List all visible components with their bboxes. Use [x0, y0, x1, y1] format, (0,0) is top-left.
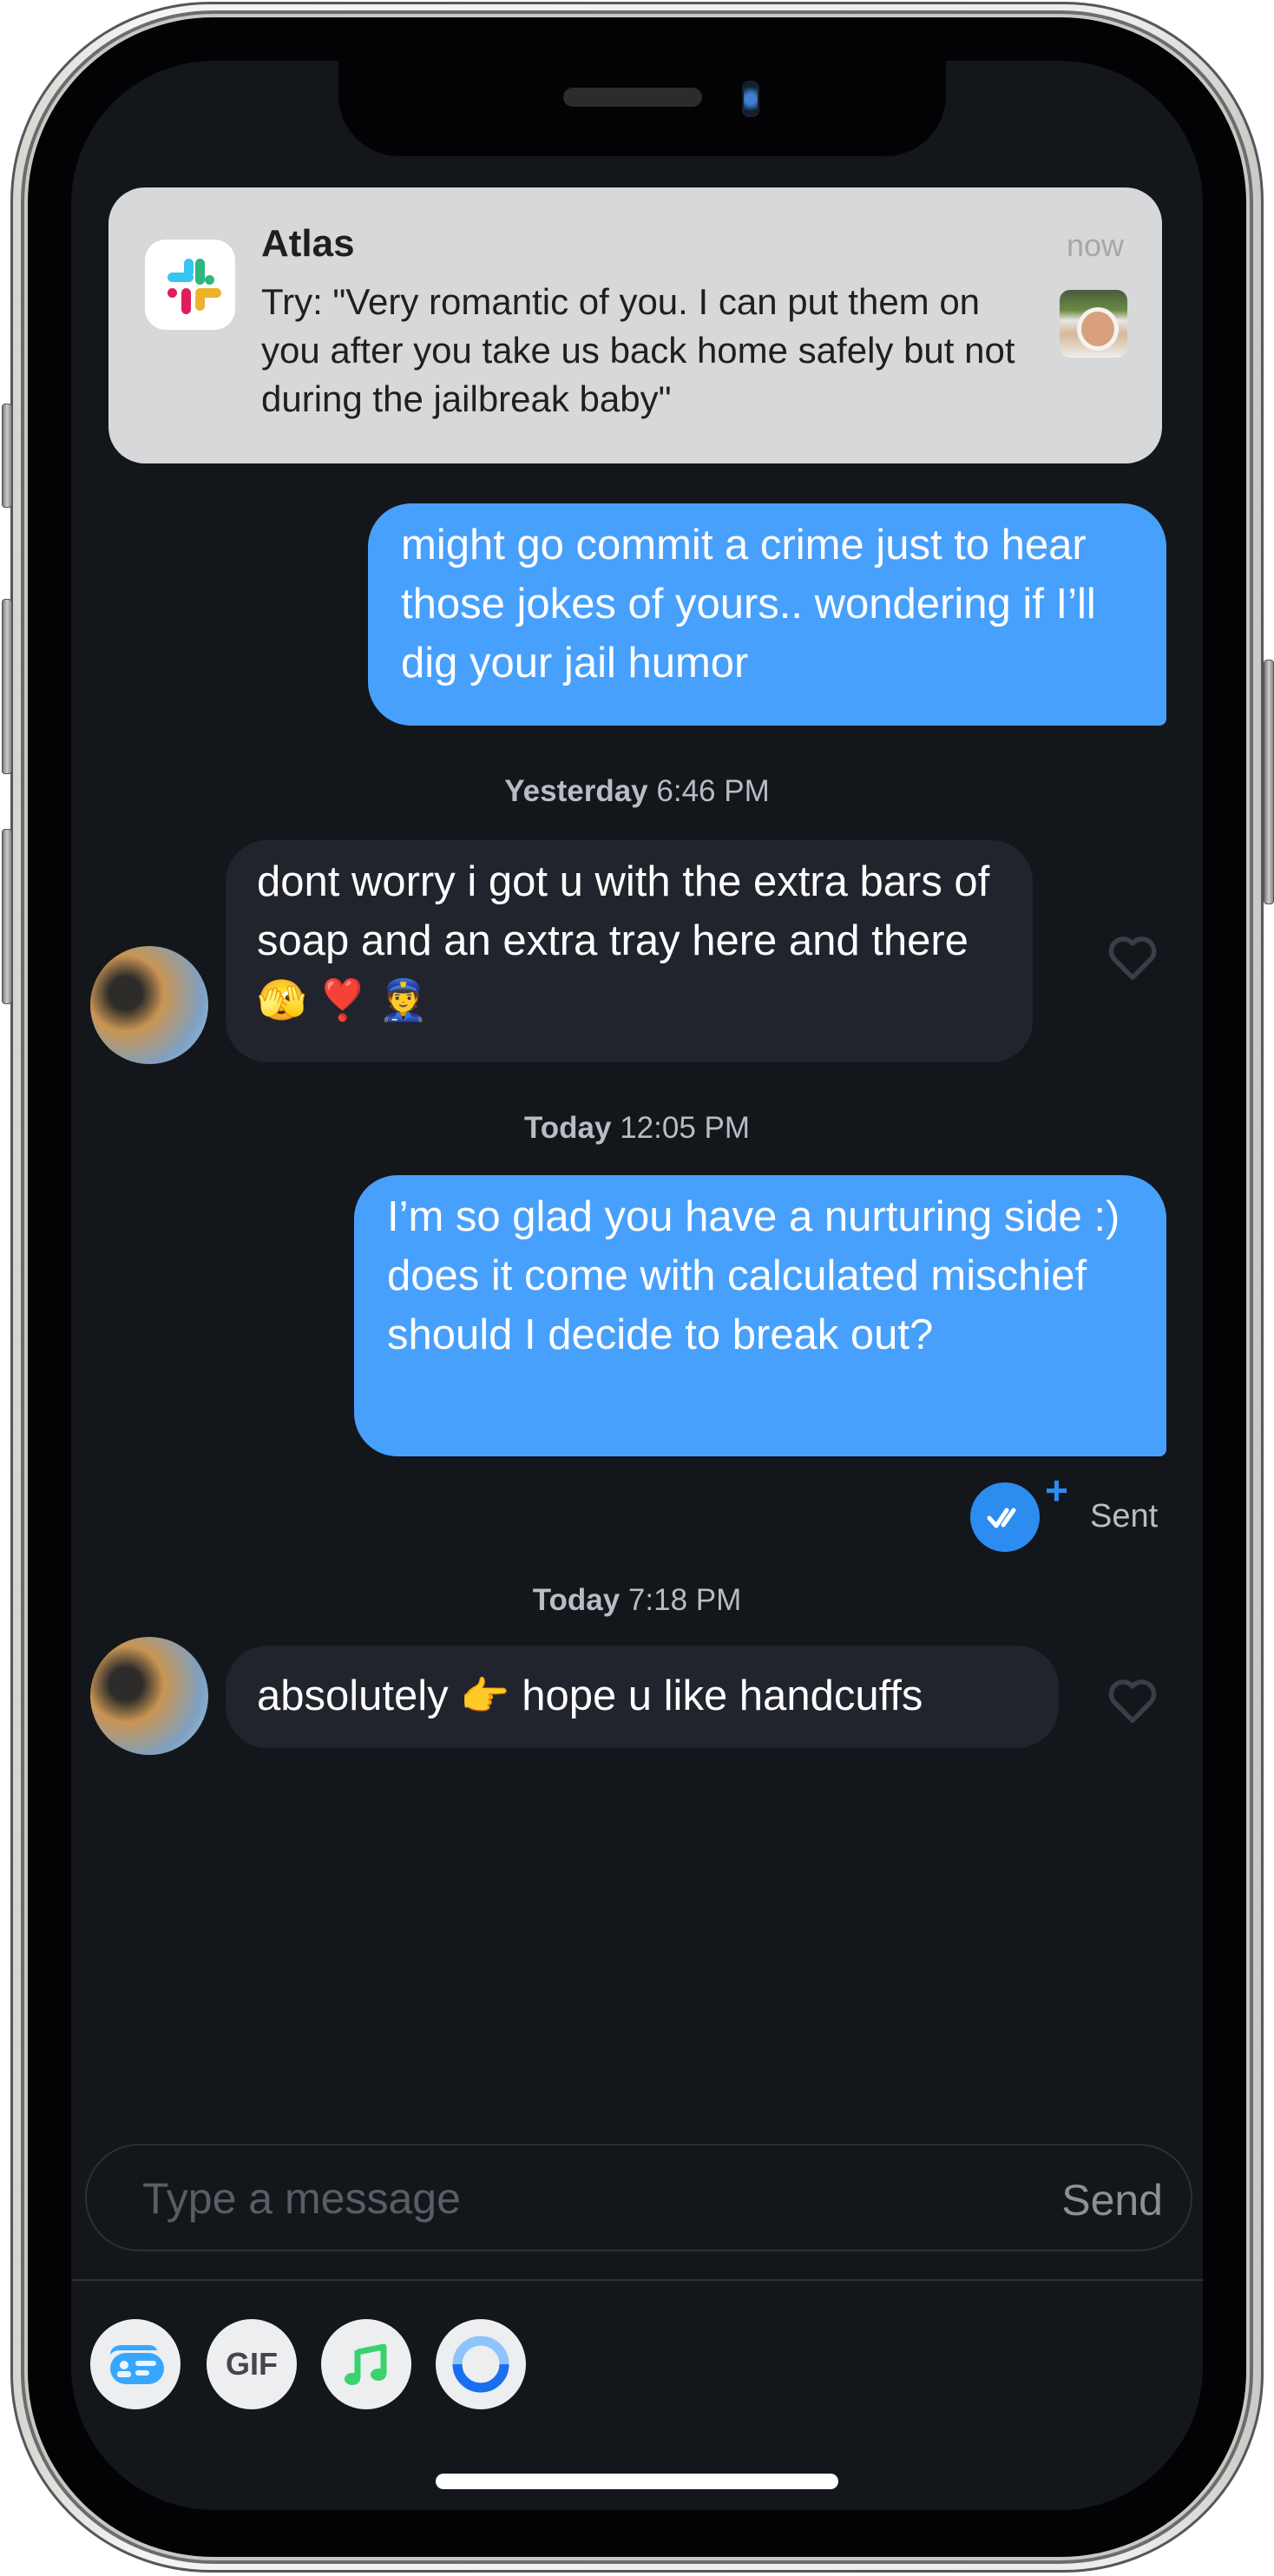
message-text-after: hope u like handcuffs [522, 1672, 923, 1719]
timestamp-day: Today [523, 1111, 612, 1145]
outgoing-message[interactable]: might go commit a crime just to hear tho… [368, 503, 1166, 726]
message-text: dont worry i got u with the extra bars o… [257, 858, 990, 964]
home-indicator[interactable] [436, 2474, 838, 2489]
message-text-before: absolutely [257, 1672, 449, 1719]
timestamp: Yesterday 6:46 PM [71, 774, 1203, 809]
incoming-message[interactable]: absolutely 👉 hope u like handcuffs [226, 1646, 1059, 1748]
emoji-group: 🫣 ❣️ 👮 [257, 977, 429, 1022]
ring-icon [452, 2336, 509, 2393]
notification-title: Atlas [261, 222, 355, 265]
message-text: I’m so glad you have a nurturing side :)… [387, 1193, 1120, 1358]
timestamp-day: Yesterday [504, 774, 648, 808]
front-camera [742, 81, 759, 117]
message-composer: Send [85, 2144, 1192, 2251]
divider [71, 2279, 1203, 2281]
gif-button[interactable]: GIF [207, 2319, 297, 2409]
send-button[interactable]: Send [1061, 2175, 1163, 2225]
volume-up-button [2, 599, 12, 774]
vibe-button[interactable] [436, 2319, 526, 2409]
delivery-status: + Sent [970, 1468, 1179, 1554]
timestamp: Today 12:05 PM [71, 1111, 1203, 1146]
incoming-message[interactable]: dont worry i got u with the extra bars o… [226, 840, 1033, 1062]
timestamp-time: 7:18 PM [627, 1583, 742, 1617]
like-heart-icon[interactable] [1104, 1672, 1161, 1729]
timestamp-day: Today [532, 1583, 621, 1617]
power-button [1264, 660, 1274, 904]
contact-avatar[interactable] [90, 1637, 208, 1755]
notification-banner[interactable]: Atlas now Try: "Very romantic of you. I … [108, 187, 1162, 463]
timestamp-time: 12:05 PM [620, 1111, 751, 1145]
message-input[interactable] [141, 2170, 925, 2227]
timestamp: Today 7:18 PM [71, 1583, 1203, 1618]
music-button[interactable] [321, 2319, 411, 2409]
profile-card-button[interactable] [90, 2319, 181, 2409]
plus-icon[interactable]: + [1045, 1467, 1068, 1514]
outgoing-message[interactable]: I’m so glad you have a nurturing side :)… [354, 1175, 1166, 1456]
sent-status-label: Sent [1090, 1498, 1159, 1534]
screen: Atlas now Try: "Very romantic of you. I … [71, 61, 1203, 2510]
contact-avatar[interactable] [90, 946, 208, 1064]
volume-down-button [2, 829, 12, 1004]
timestamp-time: 6:46 PM [656, 774, 770, 808]
mute-switch [2, 404, 12, 508]
earpiece-speaker [563, 88, 702, 107]
id-card-chat-icon [110, 2345, 164, 2384]
notification-body: Try: "Very romantic of you. I can put th… [261, 281, 1015, 419]
music-note-icon [345, 2343, 387, 2385]
notification-time: now [1066, 227, 1124, 263]
like-heart-icon[interactable] [1104, 929, 1161, 986]
gif-label: GIF [226, 2346, 278, 2382]
gorilla-thumbnail-icon [1060, 290, 1127, 358]
slack-icon [145, 240, 235, 330]
double-check-icon[interactable] [970, 1482, 1040, 1552]
pointing-fist-emoji: 👉 [460, 1673, 510, 1718]
message-text: might go commit a crime just to hear tho… [401, 522, 1096, 687]
notch [338, 61, 946, 156]
